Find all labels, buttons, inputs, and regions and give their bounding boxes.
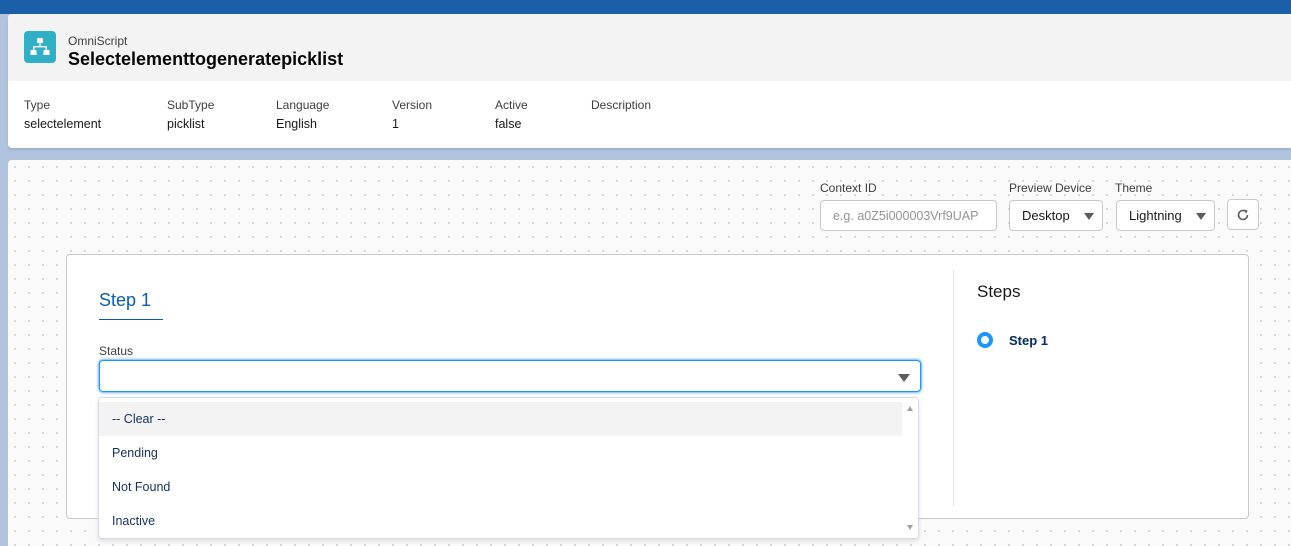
field-value: 1	[392, 117, 399, 131]
chevron-down-icon	[1084, 213, 1094, 220]
field-subtype: SubType picklist	[167, 98, 214, 132]
theme-select[interactable]: Lightning	[1116, 200, 1215, 231]
steps-item-label: Step 1	[1009, 332, 1049, 348]
field-label: Type	[24, 98, 51, 112]
step-title-underline	[99, 319, 163, 320]
top-band	[0, 0, 1291, 14]
field-language: Language English	[276, 98, 329, 132]
context-id-input[interactable]	[820, 200, 997, 231]
record-title: Selectelementtogeneratepicklist	[68, 49, 344, 69]
status-dropdown-list: -- Clear -- Pending Not Found Inactive	[98, 397, 919, 539]
header-fields: Type selectelement SubType picklist Lang…	[8, 98, 1291, 138]
preview-device-value: Desktop	[1022, 208, 1070, 223]
field-label: Description	[591, 98, 652, 112]
field-version: Version 1	[392, 98, 432, 132]
step-indicator-icon	[977, 332, 993, 348]
chevron-down-icon	[898, 374, 910, 382]
omniscript-icon	[24, 31, 56, 63]
dropdown-option-pending[interactable]: Pending	[99, 436, 903, 470]
field-value: selectelement	[24, 117, 102, 131]
chevron-down-icon	[1196, 213, 1206, 220]
field-type: Type selectelement	[24, 98, 101, 132]
theme-label: Theme	[1115, 181, 1153, 195]
field-description: Description	[591, 98, 651, 116]
dropdown-option-inactive[interactable]: Inactive	[99, 504, 903, 538]
field-label: Active	[495, 98, 528, 112]
object-label: OmniScript	[68, 34, 128, 48]
dropdown-option-not-found[interactable]: Not Found	[99, 470, 903, 504]
field-value: picklist	[167, 117, 205, 131]
record-header: OmniScript Selectelementtogeneratepickli…	[8, 14, 1291, 148]
refresh-button[interactable]	[1227, 199, 1259, 230]
divider	[953, 270, 954, 506]
dropdown-option-clear[interactable]: -- Clear --	[99, 402, 903, 436]
field-label: SubType	[167, 98, 215, 112]
dropdown-scrollbar[interactable]	[902, 398, 918, 538]
field-value: English	[276, 117, 317, 131]
header-top: OmniScript Selectelementtogeneratepickli…	[8, 14, 1291, 81]
scroll-down-icon[interactable]	[907, 525, 913, 530]
field-active: Active false	[495, 98, 528, 132]
refresh-icon	[1237, 209, 1249, 220]
status-label: Status	[99, 344, 134, 358]
scroll-up-icon[interactable]	[907, 406, 913, 411]
theme-value: Lightning	[1129, 208, 1182, 223]
context-id-label: Context ID	[820, 181, 877, 195]
field-value: false	[495, 117, 522, 131]
status-picklist[interactable]	[99, 360, 921, 392]
field-label: Language	[276, 98, 330, 112]
preview-device-select[interactable]: Desktop	[1009, 200, 1103, 231]
preview-device-label: Preview Device	[1009, 181, 1092, 195]
field-label: Version	[392, 98, 433, 112]
steps-item-step-1[interactable]: Step 1	[977, 332, 1048, 348]
steps-title: Steps	[977, 282, 1021, 301]
step-title: Step 1	[99, 290, 152, 310]
